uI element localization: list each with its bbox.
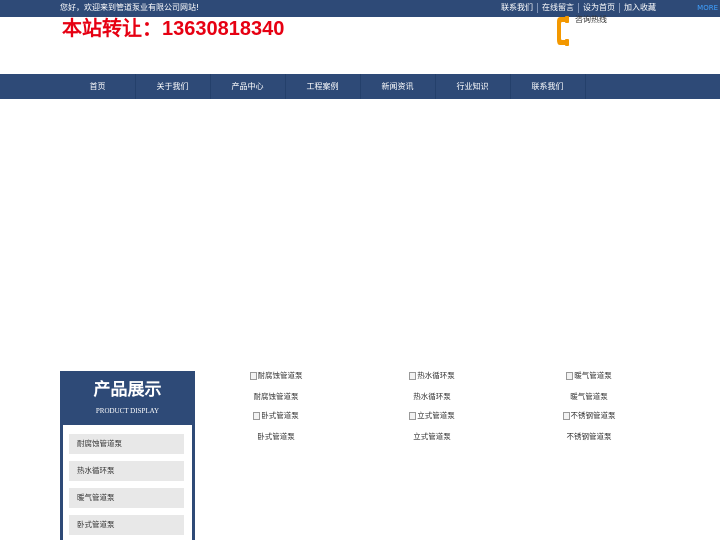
- nav-news[interactable]: 新闻资讯: [360, 74, 436, 99]
- nav-home[interactable]: 首页: [60, 74, 136, 99]
- product-image[interactable]: 不锈钢管道泵: [562, 411, 616, 421]
- product-card[interactable]: 耐腐蚀管道泵 耐腐蚀管道泵: [206, 371, 346, 402]
- more-link[interactable]: MORE: [697, 3, 718, 13]
- banner-area: [0, 99, 720, 371]
- nav-contact[interactable]: 联系我们: [510, 74, 586, 99]
- product-image[interactable]: 耐腐蚀管道泵: [249, 371, 303, 381]
- category-item[interactable]: 暖气管道泵: [69, 488, 184, 508]
- image-alt-text: 不锈钢管道泵: [570, 411, 616, 420]
- broken-image-icon: [409, 412, 417, 420]
- product-name[interactable]: 耐腐蚀管道泵: [206, 392, 346, 402]
- product-image[interactable]: 暖气管道泵: [566, 371, 612, 381]
- product-image[interactable]: 热水循环泵: [409, 371, 455, 381]
- product-card[interactable]: 立式管道泵 立式管道泵: [362, 411, 502, 442]
- phone-icon: [557, 16, 569, 46]
- product-name[interactable]: 立式管道泵: [362, 432, 502, 442]
- nav-products[interactable]: 产品中心: [210, 74, 286, 99]
- nav-about[interactable]: 关于我们: [135, 74, 211, 99]
- welcome-text: 您好，欢迎来到管道泵业有限公司网站!: [60, 3, 200, 12]
- product-name[interactable]: 热水循环泵: [362, 392, 502, 402]
- contact-us-link[interactable]: 联系我们: [497, 3, 537, 13]
- hotline-label: 咨询热线: [575, 15, 607, 24]
- image-alt-text: 立式管道泵: [417, 411, 455, 420]
- sidebar-subtitle: PRODUCT DISPLAY: [95, 407, 160, 415]
- broken-image-icon: [249, 372, 257, 380]
- broken-image-icon: [566, 372, 574, 380]
- main-nav: 首页 关于我们 产品中心 工程案例 新闻资讯 行业知识 联系我们: [0, 74, 720, 99]
- product-sidebar: 产品展示 PRODUCT DISPLAY 耐腐蚀管道泵 热水循环泵 暖气管道泵 …: [60, 371, 195, 540]
- category-item[interactable]: 热水循环泵: [69, 461, 184, 481]
- product-image[interactable]: 卧式管道泵: [253, 411, 299, 421]
- nav-cases[interactable]: 工程案例: [285, 74, 361, 99]
- product-image[interactable]: 立式管道泵: [409, 411, 455, 421]
- image-alt-text: 耐腐蚀管道泵: [257, 371, 303, 380]
- product-name[interactable]: 卧式管道泵: [206, 432, 346, 442]
- image-alt-text: 暖气管道泵: [574, 371, 612, 380]
- image-alt-text: 热水循环泵: [417, 371, 455, 380]
- top-bar: 您好，欢迎来到管道泵业有限公司网站! 联系我们 在线留言 设为首页 加入收藏 M…: [0, 0, 720, 17]
- message-link[interactable]: 在线留言: [537, 3, 578, 13]
- category-panel: 耐腐蚀管道泵 热水循环泵 暖气管道泵 卧式管道泵: [63, 425, 192, 540]
- image-alt-text: 卧式管道泵: [261, 411, 299, 420]
- broken-image-icon: [409, 372, 417, 380]
- product-card[interactable]: 不锈钢管道泵 不锈钢管道泵: [519, 411, 659, 442]
- add-favorite-link[interactable]: 加入收藏: [619, 3, 660, 13]
- product-card[interactable]: 暖气管道泵 暖气管道泵: [519, 371, 659, 402]
- nav-knowledge[interactable]: 行业知识: [435, 74, 511, 99]
- product-card[interactable]: 卧式管道泵 卧式管道泵: [206, 411, 346, 442]
- product-card[interactable]: 热水循环泵 热水循环泵: [362, 371, 502, 402]
- top-links: 联系我们 在线留言 设为首页 加入收藏: [497, 3, 660, 13]
- product-name[interactable]: 暖气管道泵: [519, 392, 659, 402]
- category-item[interactable]: 卧式管道泵: [69, 515, 184, 535]
- product-name[interactable]: 不锈钢管道泵: [519, 432, 659, 442]
- category-item[interactable]: 耐腐蚀管道泵: [69, 434, 184, 454]
- sidebar-title: 产品展示: [93, 380, 162, 400]
- hotline-banner: 本站转让：13630818340: [62, 18, 285, 40]
- set-homepage-link[interactable]: 设为首页: [578, 3, 619, 13]
- broken-image-icon: [562, 412, 570, 420]
- broken-image-icon: [253, 412, 261, 420]
